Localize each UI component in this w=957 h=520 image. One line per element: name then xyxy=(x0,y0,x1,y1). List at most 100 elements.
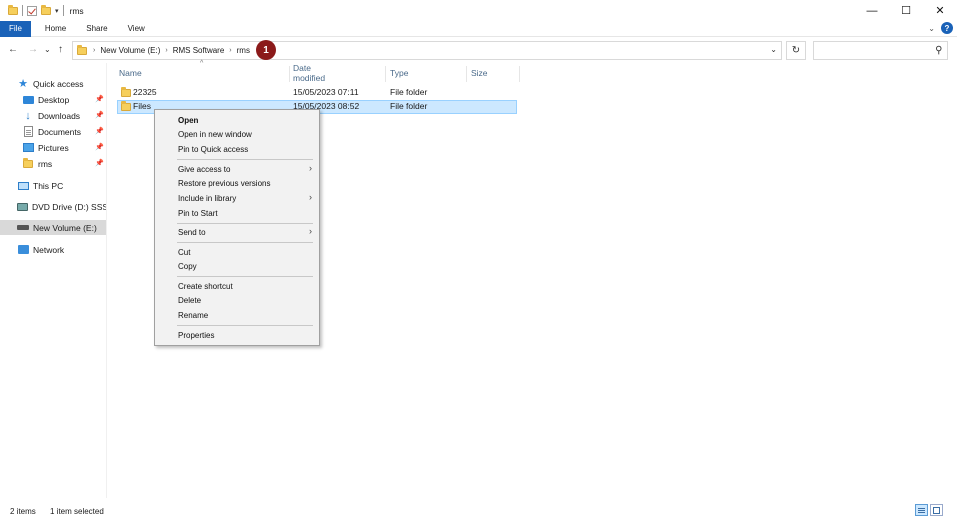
navigation-bar: ← → ⌄ ↑ › New Volume (E:) › RMS Software… xyxy=(0,37,957,63)
sidebar-item-label: Desktop xyxy=(38,94,70,105)
minimize-button[interactable]: — xyxy=(855,0,889,21)
menu-item-label: Rename xyxy=(178,310,209,320)
sidebar-item-desktop[interactable]: Desktop 📌 xyxy=(0,92,106,107)
details-view-icon xyxy=(918,509,925,511)
computer-icon xyxy=(17,181,29,190)
menu-item-label: Cut xyxy=(178,247,191,257)
search-input[interactable]: ⚲ xyxy=(813,41,948,60)
menu-item-restore-previous-versions[interactable]: Restore previous versions xyxy=(155,176,319,190)
back-button[interactable]: ← xyxy=(8,44,18,55)
sidebar-item-label: Pictures xyxy=(38,142,69,153)
menu-item-create-shortcut[interactable]: Create shortcut xyxy=(155,279,319,293)
sidebar-item-label: Quick access xyxy=(33,78,84,89)
column-header-date-modified[interactable]: Date modified xyxy=(291,63,325,83)
menu-item-include-in-library[interactable]: Include in library › xyxy=(155,191,319,205)
sidebar-item-label: Documents xyxy=(38,126,81,137)
sidebar-item-label: This PC xyxy=(33,180,64,191)
menu-item-label: Properties xyxy=(178,330,215,340)
breadcrumb-rms-software[interactable]: RMS Software xyxy=(173,46,225,55)
column-header-type[interactable]: Type xyxy=(388,66,408,80)
customize-toolbar-icon[interactable]: ▾ xyxy=(55,7,59,15)
column-divider[interactable] xyxy=(289,66,290,82)
title-bar: ▾ rms — ☐ ✕ xyxy=(0,0,957,21)
menu-item-give-access-to[interactable]: Give access to › xyxy=(155,162,319,176)
breadcrumb-separator[interactable]: › xyxy=(229,47,231,54)
menu-separator xyxy=(177,276,313,277)
folder-icon xyxy=(121,87,131,97)
toolbar-divider xyxy=(22,5,23,16)
new-folder-icon[interactable] xyxy=(41,4,51,15)
menu-item-pin-to-start[interactable]: Pin to Start xyxy=(155,206,319,220)
tab-file[interactable]: File xyxy=(0,20,31,37)
search-icon[interactable]: ⚲ xyxy=(935,45,942,56)
tab-view[interactable]: View xyxy=(118,21,155,37)
breadcrumb-rms[interactable]: rms xyxy=(237,46,250,55)
sidebar-item-documents[interactable]: Documents 📌 xyxy=(0,124,106,139)
pin-icon: 📌 xyxy=(95,160,104,167)
breadcrumb-separator[interactable]: › xyxy=(165,47,167,54)
column-divider[interactable] xyxy=(385,66,386,82)
pin-icon: 📌 xyxy=(95,96,104,103)
sidebar-item-this-pc[interactable]: This PC xyxy=(0,178,106,193)
refresh-button[interactable]: ↻ xyxy=(786,41,806,60)
menu-item-open[interactable]: Open xyxy=(155,113,319,127)
sidebar-item-pictures[interactable]: Pictures 📌 xyxy=(0,140,106,155)
large-icons-view-button[interactable] xyxy=(930,504,943,516)
sidebar-item-network[interactable]: Network xyxy=(0,242,106,257)
menu-item-delete[interactable]: Delete xyxy=(155,293,319,307)
sidebar-item-new-volume[interactable]: New Volume (E:) xyxy=(0,220,106,235)
menu-item-label: Restore previous versions xyxy=(178,178,271,188)
menu-item-label: Include in library xyxy=(178,193,237,203)
sidebar-item-label: Network xyxy=(33,244,65,255)
tab-home[interactable]: Home xyxy=(35,21,76,37)
sidebar-item-rms[interactable]: rms 📌 xyxy=(0,156,106,171)
menu-item-label: Open xyxy=(178,115,199,125)
address-bar[interactable]: › New Volume (E:) › RMS Software › rms ⌄ xyxy=(72,41,782,60)
file-type: File folder xyxy=(390,87,428,97)
network-icon xyxy=(17,245,29,254)
column-divider[interactable] xyxy=(466,66,467,82)
recent-locations-button[interactable]: ⌄ xyxy=(44,45,51,54)
sidebar-item-quick-access[interactable]: ★ Quick access xyxy=(0,76,106,91)
menu-item-rename[interactable]: Rename xyxy=(155,308,319,322)
sidebar-item-downloads[interactable]: ↓ Downloads 📌 xyxy=(0,108,106,123)
file-row-22325[interactable]: 22325 15/05/2023 07:11 File folder xyxy=(117,86,517,100)
up-button[interactable]: ↑ xyxy=(58,44,63,55)
pin-icon: 📌 xyxy=(95,128,104,135)
help-icon[interactable]: ? xyxy=(941,22,953,34)
menu-item-send-to[interactable]: Send to › xyxy=(155,225,319,239)
item-count: 2 items xyxy=(10,507,36,516)
folder-icon xyxy=(77,44,87,55)
folder-icon[interactable] xyxy=(8,4,18,15)
sidebar-item-dvd-drive[interactable]: DVD Drive (D:) SSS_X6 xyxy=(0,199,106,214)
submenu-arrow-icon: › xyxy=(309,163,312,173)
window-title: rms xyxy=(69,5,84,16)
forward-button[interactable]: → xyxy=(28,44,38,55)
breadcrumb-new-volume[interactable]: New Volume (E:) xyxy=(100,46,160,55)
tab-share[interactable]: Share xyxy=(76,21,117,37)
maximize-button[interactable]: ☐ xyxy=(889,0,923,21)
details-view-button[interactable] xyxy=(915,504,928,516)
context-menu: Open Open in new window Pin to Quick acc… xyxy=(154,109,320,346)
breadcrumb: › New Volume (E:) › RMS Software › rms xyxy=(93,46,250,55)
menu-item-cut[interactable]: Cut xyxy=(155,245,319,259)
menu-separator xyxy=(177,325,313,326)
column-divider[interactable] xyxy=(519,66,520,82)
submenu-arrow-icon: › xyxy=(309,192,312,202)
sidebar-item-label: New Volume (E:) xyxy=(33,222,97,233)
close-button[interactable]: ✕ xyxy=(923,0,957,21)
menu-item-copy[interactable]: Copy xyxy=(155,259,319,273)
column-header-size[interactable]: Size xyxy=(469,66,488,80)
address-dropdown-button[interactable]: ⌄ xyxy=(770,45,777,54)
breadcrumb-separator[interactable]: › xyxy=(93,47,95,54)
menu-item-properties[interactable]: Properties xyxy=(155,328,319,342)
properties-check-icon[interactable] xyxy=(27,5,37,16)
sidebar-item-label: Downloads xyxy=(38,110,81,121)
menu-item-pin-to-quick-access[interactable]: Pin to Quick access xyxy=(155,142,319,156)
column-header-name[interactable]: Name xyxy=(117,66,142,80)
expand-ribbon-icon[interactable]: ⌄ xyxy=(928,24,935,33)
menu-item-open-in-new-window[interactable]: Open in new window xyxy=(155,127,319,141)
sidebar-item-label: rms xyxy=(38,158,53,169)
menu-item-label: Open in new window xyxy=(178,129,252,139)
menu-item-label: Send to xyxy=(178,227,206,237)
